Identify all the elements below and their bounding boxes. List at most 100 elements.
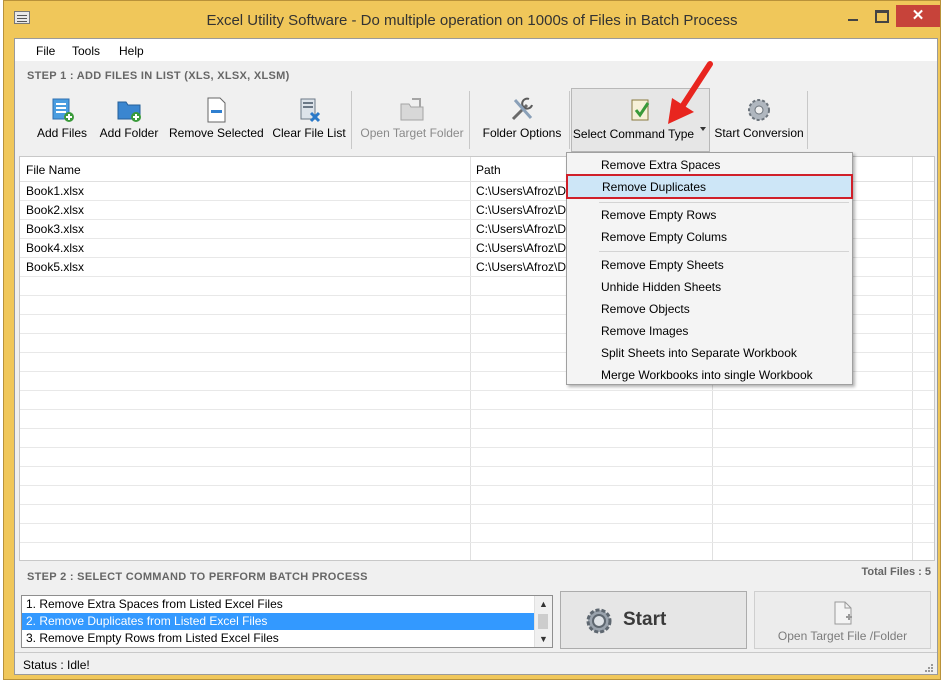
- add-files-label: Add Files: [36, 126, 88, 140]
- dropdown-item-label: Remove Objects: [601, 302, 690, 316]
- open-target-file-folder-button[interactable]: Open Target File /Folder: [754, 591, 931, 649]
- file-name-cell: Book4.xlsx: [26, 241, 85, 255]
- status-bar: Status : Idle!: [15, 652, 937, 675]
- start-label: Start: [623, 609, 667, 630]
- scroll-down-icon[interactable]: ▼: [535, 631, 552, 647]
- open-target-file-folder-label: Open Target File /Folder: [777, 629, 908, 643]
- remove-selected-icon: [207, 97, 226, 123]
- menu-help[interactable]: Help: [119, 44, 144, 58]
- remove-selected-label: Remove Selected: [169, 126, 264, 140]
- command-list-item-selected[interactable]: 2. Remove Duplicates from Listed Excel F…: [22, 613, 534, 630]
- scroll-up-icon[interactable]: ▲: [535, 596, 552, 612]
- file-name-cell: Book2.xlsx: [26, 203, 85, 217]
- dropdown-item-remove-images[interactable]: Remove Images: [567, 320, 852, 341]
- add-folder-label: Add Folder: [99, 126, 159, 140]
- path-cell: C:\Users\Afroz\De: [476, 260, 573, 274]
- dropdown-item-remove-empty-colums[interactable]: Remove Empty Colums: [567, 226, 852, 247]
- open-target-folder-icon: [400, 98, 424, 121]
- path-cell: C:\Users\Afroz\De: [476, 184, 573, 198]
- select-command-type-icon: [631, 99, 649, 121]
- toolbar-separator: [807, 91, 808, 149]
- window-title: Excel Utility Software - Do multiple ope…: [206, 12, 738, 29]
- empty-row: [20, 428, 934, 448]
- clear-file-list-icon: [300, 98, 321, 123]
- close-button[interactable]: ✕: [896, 5, 940, 27]
- dropdown-separator: [599, 251, 849, 252]
- path-cell: C:\Users\Afroz\De: [476, 203, 573, 217]
- column-header-file-name[interactable]: File Name: [26, 163, 81, 177]
- dropdown-item-remove-objects[interactable]: Remove Objects: [567, 298, 852, 319]
- dropdown-item-label: Remove Extra Spaces: [601, 158, 721, 172]
- file-name-cell: Book5.xlsx: [26, 260, 85, 274]
- start-button[interactable]: Start: [560, 591, 747, 649]
- maximize-button[interactable]: [868, 6, 894, 26]
- command-list-scrollbar[interactable]: ▲ ▼: [534, 596, 552, 647]
- start-conversion-icon: [748, 99, 770, 121]
- remove-selected-button[interactable]: Remove Selected: [169, 88, 264, 152]
- column-header-path[interactable]: Path: [476, 163, 501, 177]
- open-target-folder-label: Open Target Folder: [360, 126, 464, 140]
- red-arrow-annotation: [668, 61, 713, 124]
- command-label: 2. Remove Duplicates from Listed Excel F…: [26, 614, 268, 628]
- folder-options-icon: [511, 97, 533, 121]
- command-list[interactable]: 1. Remove Extra Spaces from Listed Excel…: [21, 595, 553, 648]
- dropdown-item-label: Remove Empty Colums: [601, 230, 728, 244]
- step1-label: STEP 1 : ADD FILES IN LIST (XLS, XLSX, X…: [27, 70, 290, 82]
- open-target-folder-button[interactable]: Open Target Folder: [357, 88, 467, 152]
- gear-icon: [586, 608, 612, 634]
- open-file-icon: [834, 601, 852, 625]
- title-bar[interactable]: Excel Utility Software - Do multiple ope…: [4, 1, 940, 37]
- add-folder-button[interactable]: Add Folder: [97, 88, 161, 152]
- command-label: 3. Remove Empty Rows from Listed Excel F…: [26, 631, 279, 645]
- dropdown-item-split-sheets[interactable]: Split Sheets into Separate Workbook: [567, 342, 852, 363]
- dropdown-item-label: Remove Duplicates: [602, 180, 707, 194]
- start-conversion-button[interactable]: Start Conversion: [713, 88, 805, 152]
- dropdown-item-merge-workbooks[interactable]: Merge Workbooks into single Workbook: [567, 364, 852, 385]
- total-files-count: Total Files : 5: [861, 566, 931, 578]
- toolbar-separator: [469, 91, 470, 149]
- empty-row: [20, 466, 934, 486]
- dropdown-item-label: Split Sheets into Separate Workbook: [601, 346, 797, 360]
- add-folder-icon: [117, 101, 141, 122]
- status-text: Status : Idle!: [23, 658, 90, 672]
- empty-row: [20, 504, 934, 524]
- clear-file-list-button[interactable]: Clear File List: [271, 88, 347, 152]
- menu-file[interactable]: File: [36, 44, 55, 58]
- dropdown-item-remove-extra-spaces[interactable]: Remove Extra Spaces: [567, 154, 852, 175]
- command-list-item[interactable]: 1. Remove Extra Spaces from Listed Excel…: [22, 596, 534, 613]
- empty-row: [20, 485, 934, 505]
- path-cell: C:\Users\Afroz\De: [476, 222, 573, 236]
- start-conversion-label: Start Conversion: [714, 126, 804, 140]
- dropdown-item-label: Remove Images: [601, 324, 689, 338]
- command-type-dropdown[interactable]: Remove Extra Spaces Remove Duplicates Re…: [566, 152, 853, 385]
- dropdown-item-remove-empty-sheets[interactable]: Remove Empty Sheets: [567, 254, 852, 275]
- menu-tools[interactable]: Tools: [72, 44, 100, 58]
- empty-row: [20, 409, 934, 429]
- empty-row: [20, 523, 934, 543]
- minimize-button[interactable]: [840, 6, 866, 26]
- path-cell: C:\Users\Afroz\De: [476, 241, 573, 255]
- menu-bar: File Tools Help: [15, 39, 937, 61]
- resize-grip-icon[interactable]: [923, 662, 933, 672]
- dropdown-item-label: Remove Empty Sheets: [601, 258, 724, 272]
- toolbar-separator: [351, 91, 352, 149]
- scroll-thumb[interactable]: [538, 614, 548, 629]
- dropdown-item-label: Merge Workbooks into single Workbook: [601, 368, 813, 382]
- step2-label: STEP 2 : SELECT COMMAND TO PERFORM BATCH…: [27, 571, 368, 583]
- toolbar: Add Files Add Folder Remove Selected Cle…: [21, 88, 937, 154]
- add-files-icon: [52, 98, 74, 122]
- command-list-item[interactable]: 3. Remove Empty Rows from Listed Excel F…: [22, 630, 534, 647]
- dropdown-item-remove-empty-rows[interactable]: Remove Empty Rows: [567, 204, 852, 225]
- empty-row: [20, 390, 934, 410]
- command-label: 1. Remove Extra Spaces from Listed Excel…: [26, 597, 283, 611]
- empty-row: [20, 447, 934, 467]
- dropdown-item-label: Remove Empty Rows: [601, 208, 717, 222]
- folder-options-label: Folder Options: [482, 126, 562, 140]
- clear-file-list-label: Clear File List: [272, 126, 346, 140]
- file-name-cell: Book1.xlsx: [26, 184, 85, 198]
- dropdown-item-label: Unhide Hidden Sheets: [601, 280, 722, 294]
- dropdown-item-unhide-hidden-sheets[interactable]: Unhide Hidden Sheets: [567, 276, 852, 297]
- folder-options-button[interactable]: Folder Options: [477, 88, 567, 152]
- add-files-button[interactable]: Add Files: [31, 88, 93, 152]
- dropdown-item-remove-duplicates[interactable]: Remove Duplicates: [566, 174, 853, 199]
